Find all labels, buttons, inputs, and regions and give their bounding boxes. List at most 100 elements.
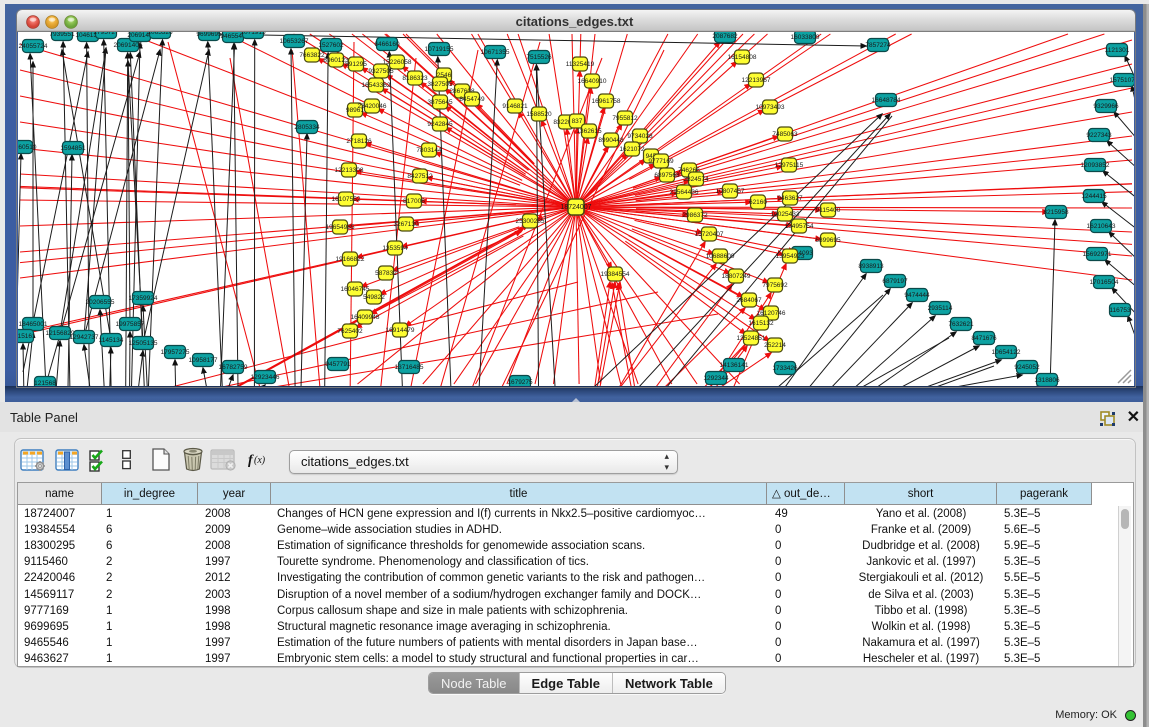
svg-text:10653267: 10653267 <box>280 38 309 45</box>
svg-text:7485063: 7485063 <box>772 131 798 138</box>
svg-text:10671355: 10671355 <box>481 49 510 56</box>
svg-text:15692971: 15692971 <box>1083 251 1112 258</box>
svg-text:8471676: 8471676 <box>971 335 997 342</box>
svg-text:16210643: 16210643 <box>1087 223 1116 230</box>
svg-text:20206555: 20206555 <box>86 299 115 306</box>
svg-text:16046745: 16046745 <box>341 286 370 293</box>
svg-text:1292344: 1292344 <box>703 375 729 382</box>
svg-text:1071915: 1071915 <box>240 32 266 36</box>
svg-text:8215958: 8215958 <box>1043 209 1069 216</box>
svg-text:1621072: 1621072 <box>619 146 645 153</box>
svg-text:549822: 549822 <box>363 294 385 301</box>
svg-text:25300285: 25300285 <box>516 218 545 225</box>
svg-text:10719155: 10719155 <box>425 46 454 53</box>
svg-text:13716485: 13716485 <box>395 364 424 371</box>
svg-text:16914479: 16914479 <box>386 327 415 334</box>
svg-text:9457791: 9457791 <box>325 361 351 368</box>
svg-text:121568: 121568 <box>34 380 56 386</box>
svg-text:10688609: 10688609 <box>706 253 735 260</box>
svg-text:2087682: 2087682 <box>712 33 738 40</box>
svg-text:15751074: 15751074 <box>1110 77 1134 84</box>
svg-text:19166822: 19166822 <box>336 256 365 263</box>
svg-text:3267130: 3267130 <box>393 221 419 228</box>
svg-text:1588520: 1588520 <box>526 111 552 118</box>
svg-text:1679275: 1679275 <box>507 379 533 386</box>
svg-text:16543362: 16543362 <box>362 82 391 89</box>
svg-text:18465001: 18465001 <box>19 321 48 328</box>
svg-text:7625402: 7625402 <box>337 328 363 335</box>
svg-text:9146821: 9146821 <box>502 103 528 110</box>
svg-text:12213308: 12213308 <box>335 167 364 174</box>
svg-text:837: 837 <box>572 118 583 125</box>
svg-text:7939551: 7939551 <box>49 32 75 38</box>
svg-text:12942737: 12942737 <box>70 334 99 341</box>
svg-text:15720407: 15720407 <box>695 231 724 238</box>
svg-text:9329966: 9329966 <box>1093 103 1119 110</box>
svg-text:(x): (x) <box>254 455 266 466</box>
svg-text:19654985: 19654985 <box>326 224 355 231</box>
svg-text:19975857: 19975857 <box>116 321 145 328</box>
svg-text:14136141: 14136141 <box>720 362 749 369</box>
svg-text:7955812: 7955812 <box>612 115 638 122</box>
svg-text:2805334: 2805334 <box>294 124 320 131</box>
svg-text:16961758: 16961758 <box>592 98 621 105</box>
svg-text:9242845: 9242845 <box>427 121 453 128</box>
svg-text:23420046: 23420046 <box>358 103 387 110</box>
svg-text:3827505: 3827505 <box>427 81 453 88</box>
svg-text:18724007: 18724007 <box>560 204 591 211</box>
svg-text:587832: 587832 <box>375 270 397 277</box>
svg-text:1615132: 1615132 <box>748 320 774 327</box>
svg-text:2986372: 2986372 <box>682 212 708 219</box>
svg-text:9245052: 9245052 <box>1014 364 1040 371</box>
svg-text:17016504: 17016504 <box>1090 279 1119 286</box>
svg-text:16782759: 16782759 <box>219 364 248 371</box>
svg-text:16648784: 16648784 <box>872 97 901 104</box>
svg-text:16640910: 16640910 <box>578 78 607 85</box>
svg-text:10973493: 10973493 <box>756 104 785 111</box>
svg-text:10807457: 10807457 <box>716 188 745 195</box>
svg-text:1353594: 1353594 <box>382 245 408 252</box>
svg-text:16107552: 16107552 <box>332 196 361 203</box>
svg-text:6899695: 6899695 <box>815 237 841 244</box>
svg-text:9327505: 9327505 <box>368 68 394 75</box>
svg-text:16409948: 16409948 <box>351 314 380 321</box>
svg-text:12505135: 12505135 <box>129 340 158 347</box>
svg-text:7803144: 7803144 <box>416 147 442 154</box>
svg-text:1145134: 1145134 <box>99 337 124 344</box>
svg-text:2935114: 2935114 <box>928 305 953 312</box>
svg-text:1594851: 1594851 <box>60 145 86 152</box>
svg-text:26160510: 26160510 <box>18 144 37 151</box>
svg-text:17957275: 17957275 <box>161 349 190 356</box>
svg-text:1527602: 1527602 <box>318 42 344 49</box>
svg-text:3915161: 3915161 <box>18 333 36 340</box>
svg-text:18807249: 18807249 <box>722 273 751 280</box>
svg-text:9777169: 9777169 <box>648 158 674 165</box>
svg-text:12975115: 12975115 <box>775 162 804 169</box>
svg-text:8186323: 8186323 <box>402 75 428 82</box>
svg-text:1733426: 1733426 <box>772 365 798 372</box>
svg-text:12923446: 12923446 <box>251 374 280 381</box>
svg-text:8454749: 8454749 <box>459 96 485 103</box>
svg-text:1318806: 1318806 <box>1034 377 1060 384</box>
svg-text:252214: 252214 <box>764 342 786 349</box>
svg-text:13495754: 13495754 <box>785 223 814 230</box>
svg-text:9463627: 9463627 <box>777 195 803 202</box>
svg-text:10654122: 10654122 <box>992 349 1021 356</box>
svg-text:7515526: 7515526 <box>526 54 552 61</box>
svg-text:16154808: 16154808 <box>728 54 757 61</box>
svg-text:9699695: 9699695 <box>196 32 222 38</box>
svg-text:13954923: 13954923 <box>776 253 805 260</box>
svg-text:8427512: 8427512 <box>407 173 433 180</box>
svg-text:116753: 116753 <box>1109 307 1131 314</box>
svg-text:7663822: 7663822 <box>299 52 325 59</box>
svg-text:1362615: 1362615 <box>576 128 602 135</box>
svg-text:17359924: 17359924 <box>129 295 158 302</box>
svg-text:3824574: 3824574 <box>683 176 709 183</box>
svg-text:9115400: 9115400 <box>816 207 841 214</box>
svg-text:9227343: 9227343 <box>1086 132 1112 139</box>
svg-text:1244415: 1244415 <box>1081 193 1107 200</box>
svg-text:13524851: 13524851 <box>737 335 766 342</box>
svg-text:3875645: 3875645 <box>427 99 453 106</box>
svg-text:6466160: 6466160 <box>374 41 400 48</box>
svg-text:6879197: 6879197 <box>882 278 908 285</box>
